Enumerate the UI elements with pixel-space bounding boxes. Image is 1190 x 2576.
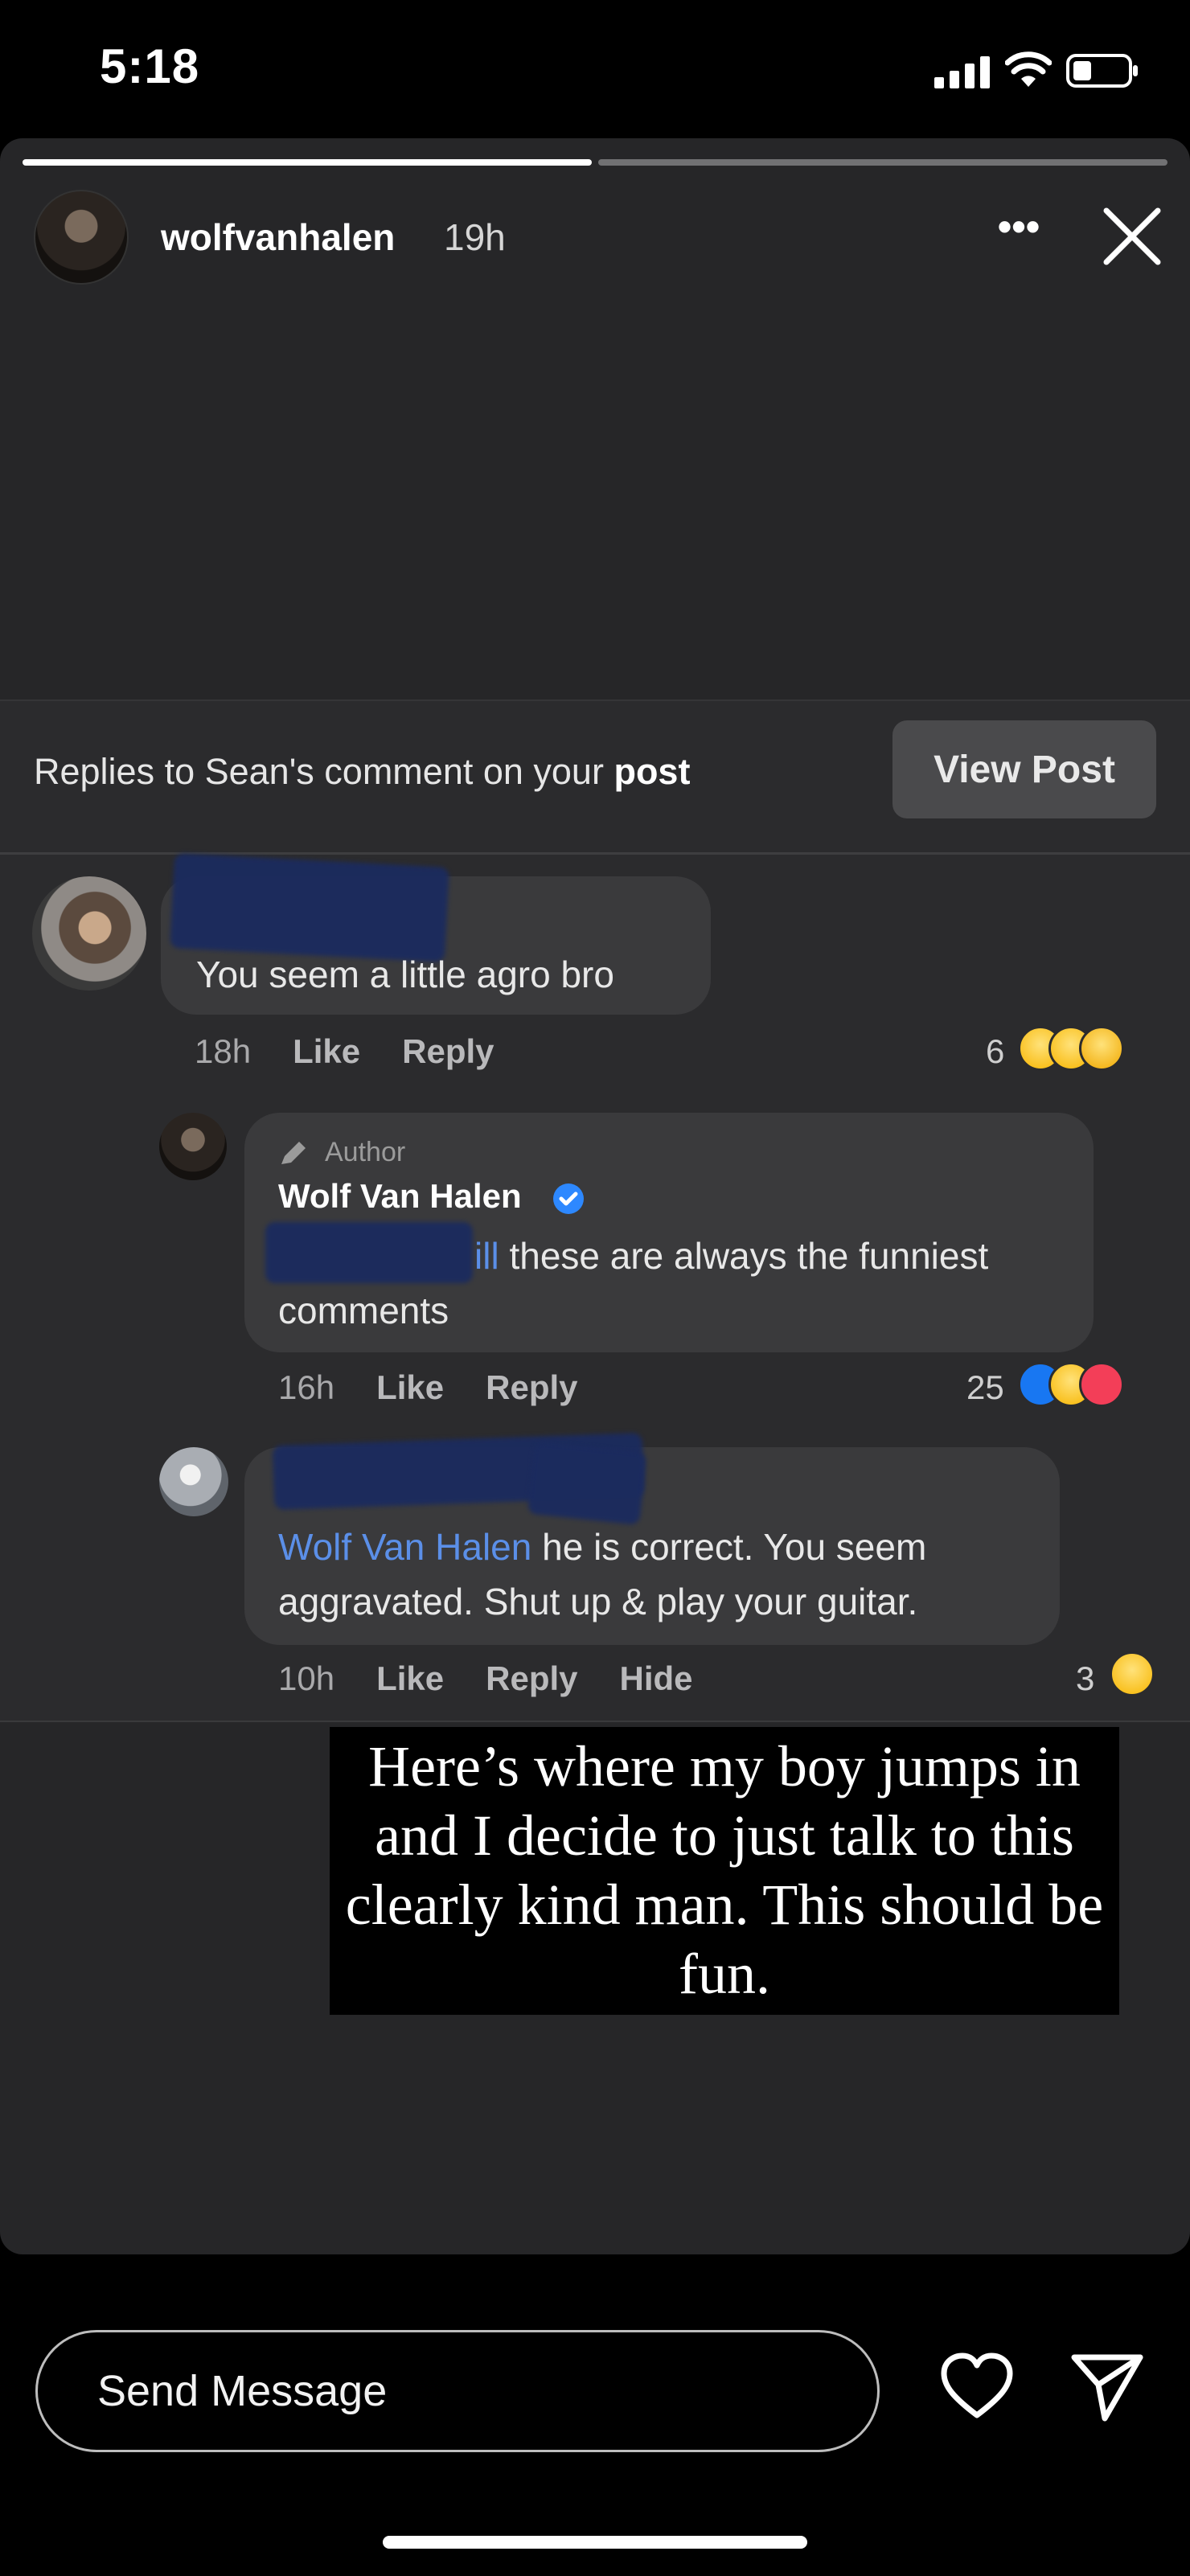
story-progress-bar [23,159,1167,166]
progress-segment-complete [23,159,592,166]
battery-icon [1066,54,1138,88]
story-avatar[interactable] [34,190,129,285]
replies-header: Replies to Sean's comment on your post [34,751,690,793]
comment-body: these are always the funniest comments [278,1235,989,1331]
reply-link: Reply [486,1368,578,1406]
sad-emoji-icon [1079,1026,1124,1071]
close-icon[interactable] [1100,204,1164,269]
reaction-count: 6 [986,1032,1005,1070]
reply-link: Reply [486,1659,578,1697]
commenter-avatar [32,876,146,991]
love-emoji-icon [1079,1362,1124,1407]
comment-meta: 18h Like Reply [195,1032,494,1071]
comment-text: ill these are always the funniest commen… [278,1229,1066,1338]
author-avatar [159,1113,227,1180]
redaction-mark [527,1441,647,1526]
story-caption: Here’s where my boy jumps in and I decid… [345,1734,1104,2006]
comment-meta: 10h Like Reply Hide [278,1659,693,1698]
send-icon[interactable] [1069,2351,1145,2423]
comment-text: Wolf Van Halen he is correct. You seem a… [278,1520,1050,1629]
redaction-mark [170,853,449,962]
replies-header-post-word: post [613,751,691,792]
heart-icon[interactable] [939,2351,1015,2423]
comment-time: 18h [195,1032,252,1070]
progress-segment-pending [598,159,1167,166]
view-post-button[interactable]: View Post [892,720,1156,818]
hide-link: Hide [619,1659,693,1697]
mention-link: Wolf Van Halen [278,1526,532,1568]
divider [0,699,1190,701]
verified-badge-icon [553,1183,584,1214]
send-message-input[interactable] [35,2330,880,2452]
commenter-avatar [159,1447,228,1516]
pencil-icon [281,1142,306,1164]
replies-header-text: Replies to Sean's comment on your [34,751,614,792]
status-time: 5:18 [100,39,200,93]
reply-link: Reply [402,1032,494,1070]
comment-time: 10h [278,1659,335,1697]
story-username[interactable]: wolfvanhalen [161,215,395,259]
comment-author-name: Wolf Van Halen [278,1177,522,1215]
comment-meta: 16h Like Reply [278,1368,578,1407]
comment-time: 16h [278,1368,335,1406]
author-badge: Author [325,1137,406,1167]
like-link: Like [293,1032,361,1070]
story-timestamp: 19h [444,216,506,258]
wow-emoji-icon [1110,1651,1155,1696]
like-link: Like [376,1368,445,1406]
more-options-button[interactable]: ••• [991,207,1047,259]
divider [0,1721,1190,1722]
wifi-icon [1005,51,1052,87]
mention-fragment: ill [474,1235,499,1277]
home-indicator[interactable] [383,2536,807,2549]
like-link: Like [376,1659,445,1697]
reaction-count: 25 [966,1368,1004,1406]
reaction-count: 3 [1076,1659,1095,1697]
cellular-signal-icon [934,56,990,88]
comment-text: You seem a little agro bro [196,954,614,995]
